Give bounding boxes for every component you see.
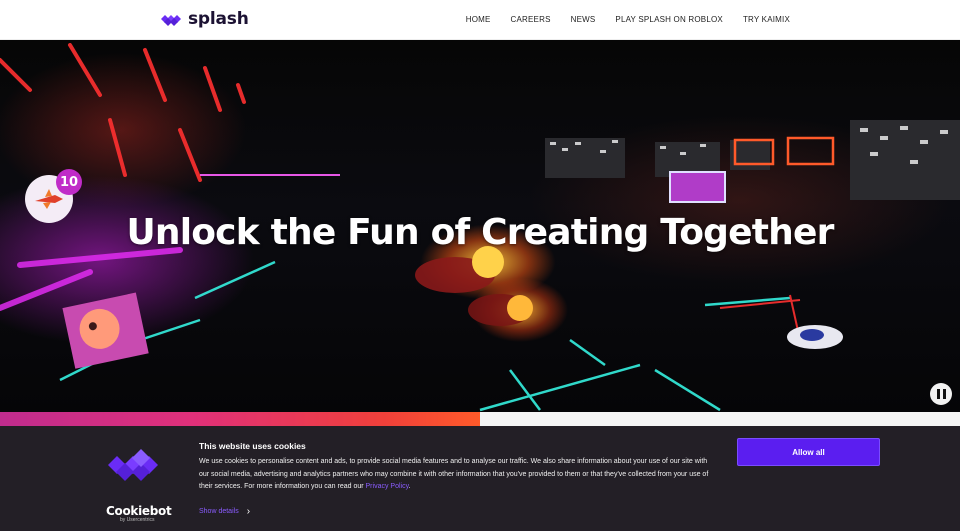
cookie-text: We use cookies to personalise content an… — [199, 458, 709, 490]
pause-icon-bar — [942, 389, 946, 399]
show-details-label: Show details — [199, 508, 239, 515]
main-nav: HOME CAREERS NEWS PLAY SPLASH ON ROBLOX … — [466, 15, 790, 24]
splash-cube-logo — [106, 448, 162, 487]
nav-play-roblox[interactable]: PLAY SPLASH ON ROBLOX — [615, 15, 723, 24]
section-strip — [480, 412, 960, 426]
splash-logo-icon — [161, 15, 181, 26]
hero-video: 10 Unlock the Fun of Creating Together — [0, 40, 960, 412]
nav-careers[interactable]: CAREERS — [511, 15, 551, 24]
site-header: splash HOME CAREERS NEWS PLAY SPLASH ON … — [0, 0, 960, 40]
chevron-right-icon: › — [246, 506, 251, 517]
brand-name: splash — [188, 9, 249, 29]
nav-home[interactable]: HOME — [466, 15, 491, 24]
splash-logo[interactable]: splash — [160, 9, 249, 29]
cookie-banner: Cookiebot by Usercentrics This website u… — [0, 426, 960, 531]
nav-news[interactable]: NEWS — [571, 15, 596, 24]
show-details-button[interactable]: Show details › — [199, 506, 250, 517]
cookiebot-logo[interactable]: Cookiebot — [106, 504, 172, 518]
cookie-description: We use cookies to personalise content an… — [199, 456, 719, 494]
badge-count: 10 — [56, 169, 82, 195]
allow-all-button[interactable]: Allow all — [737, 438, 880, 466]
pause-button[interactable] — [930, 383, 952, 405]
privacy-policy-link[interactable]: Privacy Policy — [366, 483, 409, 490]
gradient-strip — [0, 412, 480, 426]
splash-cube-icon — [108, 449, 158, 481]
nav-try-kaimix[interactable]: TRY KAIMIX — [743, 15, 790, 24]
cookiebot-sub: by Usercentrics — [120, 517, 155, 523]
cookie-text-end: . — [408, 483, 411, 490]
hero-title: Unlock the Fun of Creating Together — [126, 212, 834, 253]
pause-icon — [936, 389, 940, 399]
cookie-title: This website uses cookies — [199, 441, 306, 451]
